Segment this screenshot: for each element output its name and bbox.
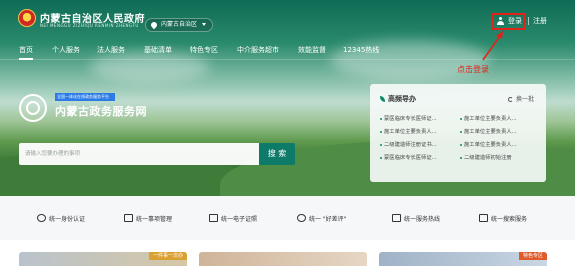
card-tag: 特色专区 (518, 252, 547, 260)
guide-item[interactable]: 施工单位主要负责人... (460, 140, 517, 148)
high-frequency-guide-panel: 高频导办 换一批 蒙医临床专长医师证... 施工单位主要负责人... 施工单位主… (370, 84, 546, 182)
id-auth-icon (37, 214, 46, 222)
feature-cards: 一件事一次办 特色专区 (0, 240, 575, 266)
card-two[interactable] (199, 252, 367, 266)
hotline-icon (392, 214, 401, 222)
service-rating[interactable]: 统一 "好差评" (297, 214, 346, 224)
e-license-icon (209, 214, 218, 222)
card-tag: 一件事一次办 (148, 252, 187, 260)
unified-services-bar: 统一身份认证 统一事项管理 统一电子证照 统一 "好差评" 统一服务热线 统一搜… (0, 196, 575, 240)
service-search[interactable]: 统一搜索服务 (479, 214, 527, 224)
logo-tagline: 全国一体化在线政务服务平台 (55, 93, 115, 101)
site-logo-icon (19, 94, 47, 122)
click-login-hint: 点击登录 (457, 65, 489, 74)
guide-item[interactable]: 二级建造师注册证书... (380, 140, 437, 148)
rating-icon (297, 214, 306, 222)
guide-item[interactable]: 施工单位主要负责人... (460, 114, 517, 122)
service-item-manage[interactable]: 统一事项管理 (124, 214, 172, 224)
logo-name: 内蒙古政务服务网 (55, 105, 147, 118)
refresh-icon (507, 97, 513, 102)
leaf-icon (380, 96, 385, 102)
search-button[interactable]: 搜 索 (259, 143, 295, 165)
guide-item[interactable]: 施工单位主要负责人... (460, 127, 517, 135)
list-manage-icon (124, 214, 133, 222)
guide-item[interactable]: 蒙医临床专长医师证... (380, 153, 437, 161)
guide-item[interactable]: 施工单位主要负责人... (380, 127, 437, 135)
service-id-auth[interactable]: 统一身份认证 (37, 214, 85, 224)
panel-title: 高频导办 (380, 94, 416, 104)
guide-item[interactable]: 蒙医临床专长医师证... (380, 114, 437, 122)
card-special-zone[interactable]: 特色专区 (379, 252, 547, 266)
service-e-license[interactable]: 统一电子证照 (209, 214, 257, 224)
guide-item[interactable]: 二级建造师初始注册 (460, 153, 512, 161)
service-hotline[interactable]: 统一服务热线 (392, 214, 440, 224)
refresh-button[interactable]: 换一批 (507, 94, 534, 103)
search-service-icon (479, 214, 488, 222)
card-one-thing[interactable]: 一件事一次办 (19, 252, 187, 266)
search-input[interactable] (19, 143, 259, 165)
